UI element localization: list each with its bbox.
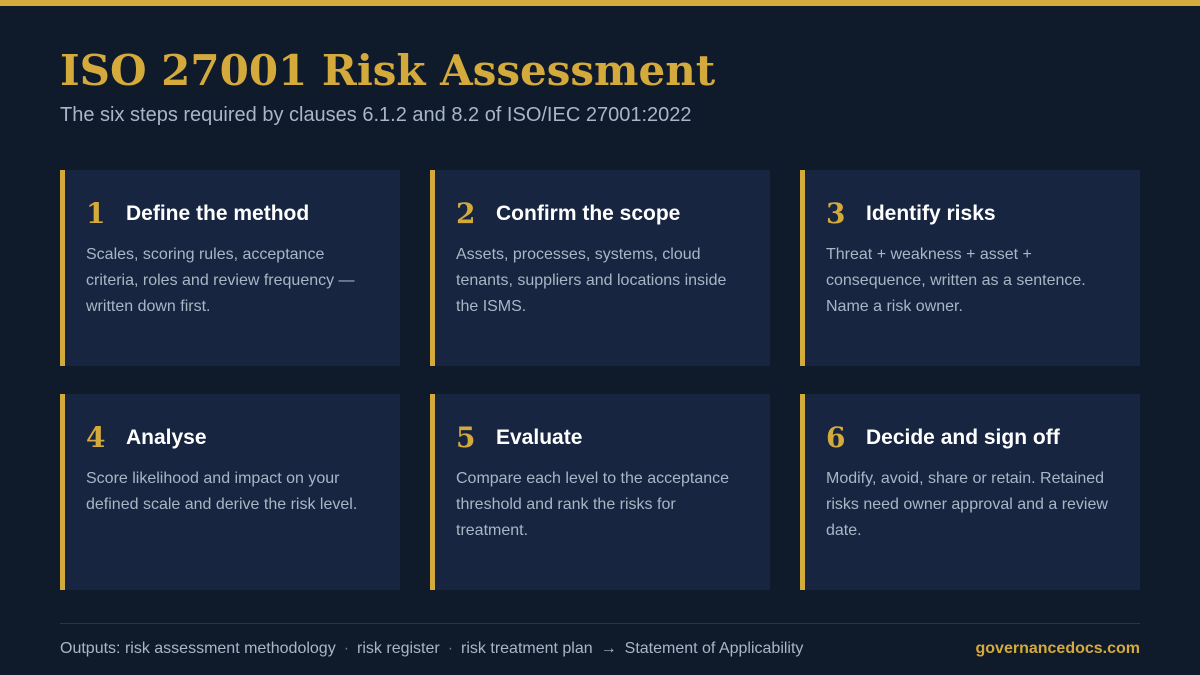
final-output: Statement of Applicability — [624, 640, 804, 657]
step-card-header: 5 Evaluate — [456, 420, 748, 456]
arrow-right-icon: → — [600, 640, 617, 657]
steps-grid: 1 Define the method Scales, scoring rule… — [60, 170, 1140, 590]
step-number: 5 — [456, 421, 476, 454]
step-description: Assets, processes, systems, cloud tenant… — [456, 246, 727, 315]
separator-dot: · — [343, 640, 350, 657]
brand-link[interactable]: governancedocs.com — [976, 638, 1141, 660]
separator-dot: · — [447, 640, 454, 657]
step-card-header: 3 Identify risks — [826, 196, 1118, 232]
step-description: Score likelihood and impact on your defi… — [86, 470, 358, 513]
step-title: Evaluate — [496, 426, 583, 449]
page-title: ISO 27001 Risk Assessment — [60, 46, 716, 95]
step-title: Identify risks — [866, 202, 996, 225]
step-number: 3 — [826, 197, 846, 230]
step-card-6: 6 Decide and sign off Modify, avoid, sha… — [800, 394, 1140, 590]
step-description: Scales, scoring rules, acceptance criter… — [86, 246, 355, 315]
footer-divider — [60, 623, 1140, 624]
step-description: Modify, avoid, share or retain. Retained… — [826, 470, 1108, 539]
page-subtitle: The six steps required by clauses 6.1.2 … — [60, 104, 692, 126]
step-card-1: 1 Define the method Scales, scoring rule… — [60, 170, 400, 366]
step-card-header: 1 Define the method — [86, 196, 378, 232]
output-item: risk treatment plan — [461, 640, 593, 657]
step-title: Confirm the scope — [496, 202, 681, 225]
step-description: Compare each level to the acceptance thr… — [456, 470, 730, 539]
step-title: Analyse — [126, 426, 207, 449]
step-number: 4 — [86, 421, 106, 454]
step-number: 2 — [456, 197, 476, 230]
step-card-header: 4 Analyse — [86, 420, 378, 456]
step-card-header: 6 Decide and sign off — [826, 420, 1118, 456]
outputs-line: Outputs: risk assessment methodology · ris… — [60, 638, 803, 660]
step-card-4: 4 Analyse Score likelihood and impact on… — [60, 394, 400, 590]
step-description: Threat + weakness + asset + consequence,… — [826, 246, 1086, 315]
step-title: Decide and sign off — [866, 426, 1060, 449]
step-card-3: 3 Identify risks Threat + weakness + ass… — [800, 170, 1140, 366]
step-card-header: 2 Confirm the scope — [456, 196, 748, 232]
step-title: Define the method — [126, 202, 310, 225]
outputs-label: Outputs: — [60, 640, 121, 657]
step-card-2: 2 Confirm the scope Assets, processes, s… — [430, 170, 770, 366]
step-card-5: 5 Evaluate Compare each level to the acc… — [430, 394, 770, 590]
step-number: 6 — [826, 421, 846, 454]
output-item: risk assessment methodology — [124, 640, 336, 657]
output-item: risk register — [357, 640, 440, 657]
step-number: 1 — [86, 197, 106, 230]
top-accent-bar — [0, 0, 1200, 6]
